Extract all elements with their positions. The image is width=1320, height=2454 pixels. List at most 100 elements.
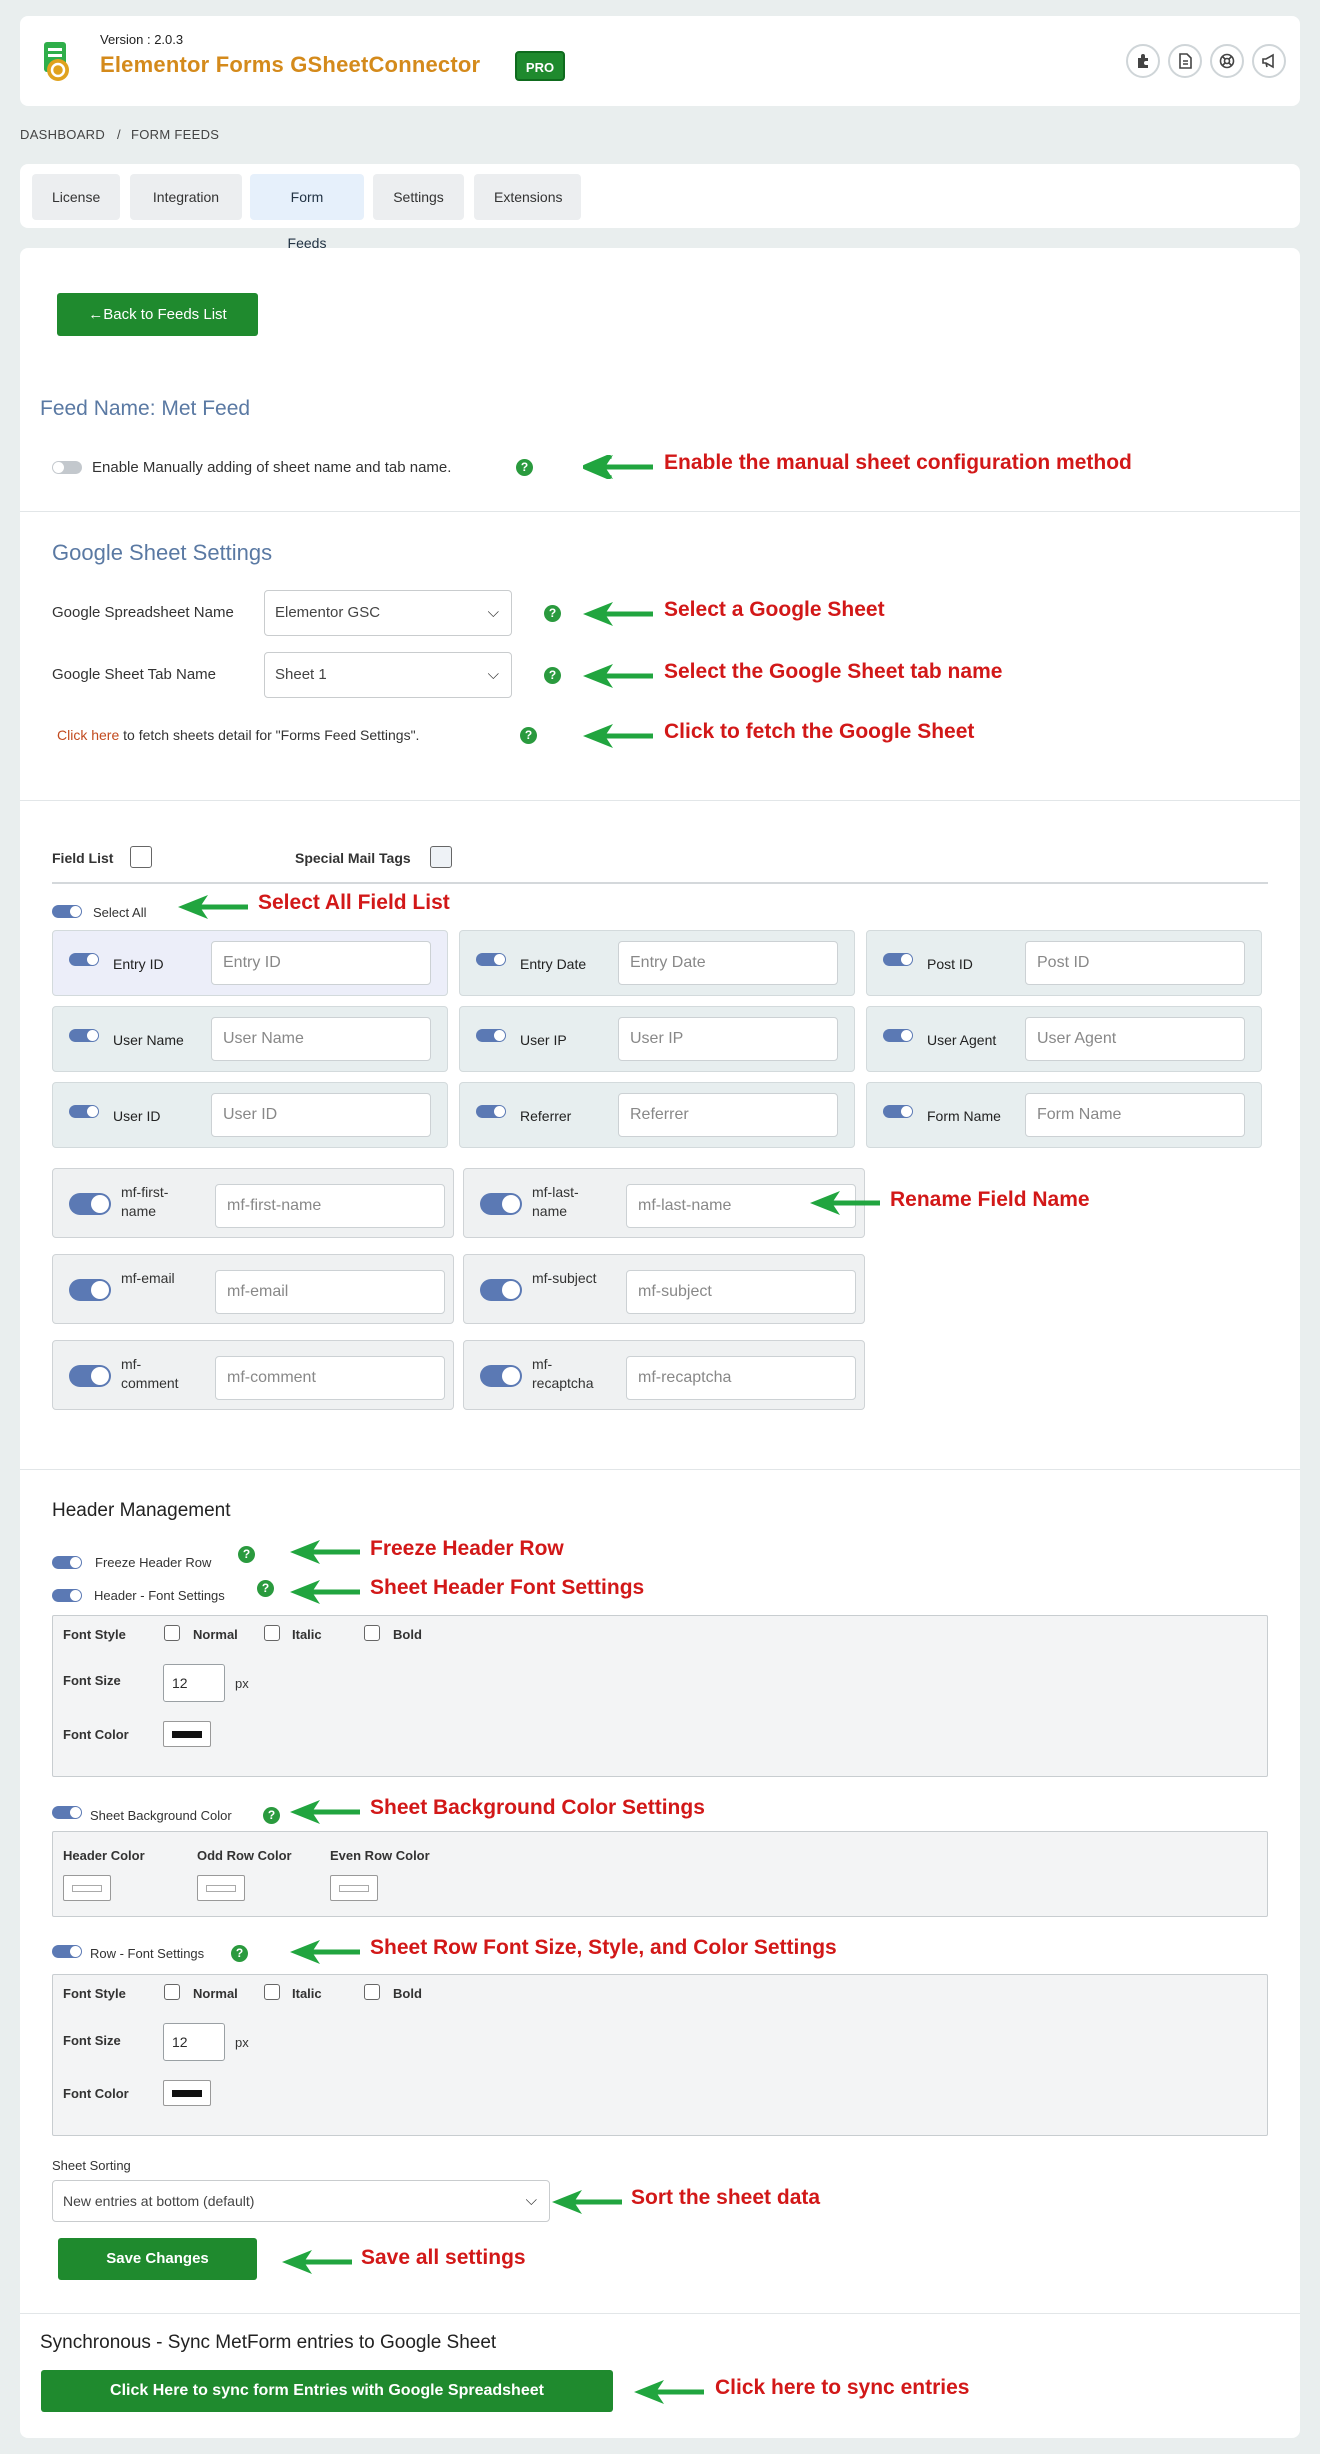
field-input[interactable]: User IP <box>618 1017 838 1061</box>
field-input[interactable]: mf-first-name <box>215 1184 445 1228</box>
header-font-toggle[interactable] <box>52 1589 82 1602</box>
spreadsheet-select-value: Elementor GSC <box>275 604 381 621</box>
field-input[interactable]: mf-email <box>215 1270 445 1314</box>
help-icon[interactable]: ? <box>231 1945 248 1962</box>
help-icon[interactable]: ? <box>263 1807 280 1824</box>
sheet-sorting-select[interactable]: New entries at bottom (default) ⌵ <box>52 2180 550 2222</box>
normal-checkbox[interactable] <box>164 1625 180 1641</box>
field-input[interactable]: User Name <box>211 1017 431 1061</box>
lifebuoy-icon[interactable] <box>1210 44 1244 78</box>
field-toggle[interactable] <box>480 1365 522 1387</box>
help-icon[interactable]: ? <box>520 727 537 744</box>
tab-extensions[interactable]: Extensions <box>474 174 581 220</box>
font-color-swatch[interactable] <box>163 2080 211 2106</box>
field-toggle[interactable] <box>476 1105 506 1118</box>
bold-checkbox[interactable] <box>364 1625 380 1641</box>
font-size-label: Font Size <box>63 2033 121 2048</box>
field-input[interactable]: mf-subject <box>626 1270 856 1314</box>
help-icon[interactable]: ? <box>544 667 561 684</box>
megaphone-icon[interactable] <box>1252 44 1286 78</box>
save-changes-button[interactable]: Save Changes <box>58 2238 257 2280</box>
field-toggle[interactable] <box>69 1029 99 1042</box>
help-icon[interactable]: ? <box>516 459 533 476</box>
field-input[interactable]: mf-recaptcha <box>626 1356 856 1400</box>
odd-row-color-swatch[interactable] <box>197 1875 245 1901</box>
puzzle-icon[interactable] <box>1126 44 1160 78</box>
spreadsheet-select[interactable]: Elementor GSC ⌵ <box>264 590 512 636</box>
manual-config-toggle[interactable] <box>52 461 82 474</box>
normal-checkbox[interactable] <box>164 1984 180 2000</box>
annotation-fetch: Click to fetch the Google Sheet <box>664 720 975 743</box>
field-label: mf-last-name <box>532 1184 579 1219</box>
field-toggle[interactable] <box>69 1365 111 1387</box>
tab-license[interactable]: License <box>32 174 120 220</box>
help-icon[interactable]: ? <box>257 1580 274 1597</box>
field-toggle[interactable] <box>476 1029 506 1042</box>
freeze-header-label: Freeze Header Row <box>95 1555 212 1570</box>
italic-checkbox[interactable] <box>264 1625 280 1641</box>
annotation-select-sheet: Select a Google Sheet <box>664 598 885 621</box>
field-input[interactable]: Form Name <box>1025 1093 1245 1137</box>
field-toggle[interactable] <box>480 1279 522 1301</box>
bg-color-toggle[interactable] <box>52 1806 82 1819</box>
field-toggle[interactable] <box>480 1193 522 1215</box>
field-toggle[interactable] <box>476 953 506 966</box>
field-entry-date: Entry Date Entry Date <box>459 930 855 996</box>
field-toggle[interactable] <box>69 1193 111 1215</box>
tab-integration[interactable]: Integration <box>130 174 242 220</box>
sheet-tab-select[interactable]: Sheet 1 ⌵ <box>264 652 512 698</box>
field-list-label: Field List <box>52 850 114 866</box>
field-input[interactable]: User Agent <box>1025 1017 1245 1061</box>
px-unit: px <box>235 2035 249 2050</box>
breadcrumb-separator: / <box>117 127 121 142</box>
annotation-arrow <box>282 2250 352 2274</box>
bold-label: Bold <box>393 1627 422 1642</box>
field-input[interactable]: mf-comment <box>215 1356 445 1400</box>
field-input[interactable]: Entry Date <box>618 941 838 985</box>
tab-settings[interactable]: Settings <box>373 174 464 220</box>
field-input[interactable]: Referrer <box>618 1093 838 1137</box>
field-toggle[interactable] <box>883 1029 913 1042</box>
font-size-input[interactable]: 12 <box>163 2023 225 2061</box>
row-font-toggle[interactable] <box>52 1945 82 1958</box>
special-mail-tags-checkbox[interactable] <box>430 846 452 868</box>
spreadsheet-name-label: Google Spreadsheet Name <box>52 604 234 621</box>
even-row-color-swatch[interactable] <box>330 1875 378 1901</box>
annotation-sort: Sort the sheet data <box>631 2186 821 2209</box>
field-list-checkbox[interactable] <box>130 846 152 868</box>
sheet-tab-select-value: Sheet 1 <box>275 666 327 683</box>
bold-checkbox[interactable] <box>364 1984 380 2000</box>
field-input[interactable]: Entry ID <box>211 941 431 985</box>
field-toggle[interactable] <box>69 1105 99 1118</box>
field-input[interactable]: Post ID <box>1025 941 1245 985</box>
italic-checkbox[interactable] <box>264 1984 280 2000</box>
tab-form-feeds[interactable]: Form Feeds <box>250 174 364 251</box>
field-user-ip: User IP User IP <box>459 1006 855 1072</box>
select-all-toggle[interactable] <box>52 905 82 918</box>
help-icon[interactable]: ? <box>544 605 561 622</box>
field-label: mf-comment <box>121 1356 179 1391</box>
field-toggle[interactable] <box>883 1105 913 1118</box>
document-icon[interactable] <box>1168 44 1202 78</box>
header-color-label: Header Color <box>63 1848 145 1863</box>
header-color-swatch[interactable] <box>63 1875 111 1901</box>
annotation-bg-color: Sheet Background Color Settings <box>370 1796 705 1819</box>
bg-color-panel <box>52 1831 1268 1917</box>
back-to-feeds-button[interactable]: ←Back to Feeds List <box>57 293 258 336</box>
fetch-sheets-link[interactable]: Click here <box>57 727 119 743</box>
field-toggle[interactable] <box>69 953 99 966</box>
field-mf-last-name: mf-last-name mf-last-name <box>463 1168 865 1238</box>
help-icon[interactable]: ? <box>238 1546 255 1563</box>
freeze-header-toggle[interactable] <box>52 1556 82 1569</box>
annotation-arrow <box>810 1191 880 1215</box>
font-color-swatch[interactable] <box>163 1721 211 1747</box>
breadcrumb-dashboard[interactable]: DASHBOARD <box>20 127 105 142</box>
font-size-input[interactable]: 12 <box>163 1664 225 1702</box>
field-input[interactable]: User ID <box>211 1093 431 1137</box>
field-toggle[interactable] <box>69 1279 111 1301</box>
annotation-arrow <box>290 1540 360 1564</box>
sync-entries-button[interactable]: Click Here to sync form Entries with Goo… <box>41 2370 613 2412</box>
annotation-arrow <box>583 664 653 688</box>
font-color-label: Font Color <box>63 2086 129 2101</box>
field-toggle[interactable] <box>883 953 913 966</box>
